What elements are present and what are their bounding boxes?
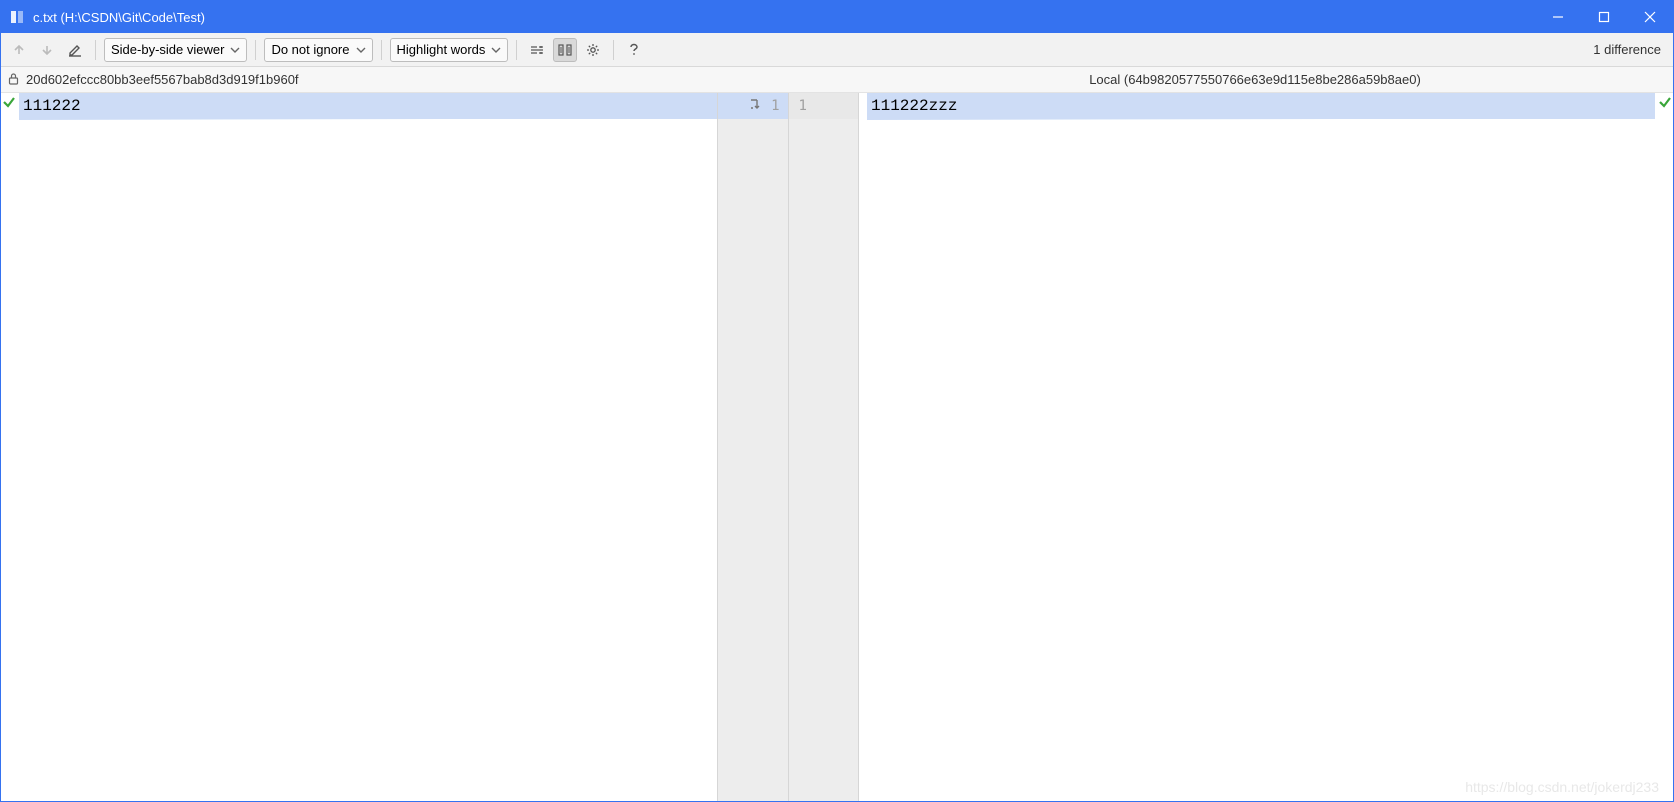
prev-diff-button[interactable] <box>7 38 31 62</box>
right-pane[interactable]: 111222zzz <box>859 93 1673 801</box>
separator <box>255 40 256 60</box>
window-title: c.txt (H:\CSDN\Git\Code\Test) <box>33 10 205 25</box>
chevron-down-icon <box>356 45 366 55</box>
gutter-line[interactable]: 1 <box>718 93 788 119</box>
separator <box>613 40 614 60</box>
ignore-mode-label: Do not ignore <box>271 42 349 57</box>
chevron-down-icon <box>491 45 501 55</box>
edit-button[interactable] <box>63 38 87 62</box>
left-pane[interactable]: 111222 <box>1 93 717 801</box>
left-margin <box>1 93 19 801</box>
revision-header: 20d602efccc80bb3eef5567bab8d3d919f1b960f… <box>1 67 1673 93</box>
line-text: 111222 <box>23 97 81 115</box>
right-margin <box>1655 93 1673 801</box>
separator <box>95 40 96 60</box>
highlight-mode-dropdown[interactable]: Highlight words <box>390 38 509 62</box>
maximize-button[interactable] <box>1581 1 1627 33</box>
line-text: 111222zzz <box>871 97 957 115</box>
gutter-line[interactable]: 1 <box>789 93 859 119</box>
ignore-mode-dropdown[interactable]: Do not ignore <box>264 38 372 62</box>
separator <box>381 40 382 60</box>
check-icon <box>2 95 16 112</box>
help-button[interactable] <box>622 38 646 62</box>
toolbar: Side-by-side viewer Do not ignore Highli… <box>1 33 1673 67</box>
right-revision-label: Local (64b9820577550766e63e9d115e8be286a… <box>1089 72 1421 87</box>
left-revision-label: 20d602efccc80bb3eef5567bab8d3d919f1b960f <box>26 72 299 87</box>
window-controls <box>1535 1 1673 33</box>
next-diff-button[interactable] <box>35 38 59 62</box>
diff-area: 111222 1 1 111222zzz <box>1 93 1673 801</box>
highlight-mode-label: Highlight words <box>397 42 486 57</box>
lock-icon <box>7 72 20 88</box>
check-icon <box>1658 95 1672 112</box>
close-button[interactable] <box>1627 1 1673 33</box>
settings-button[interactable] <box>581 38 605 62</box>
diff-count: 1 difference <box>1593 42 1667 57</box>
viewer-mode-dropdown[interactable]: Side-by-side viewer <box>104 38 247 62</box>
line-number: 1 <box>771 98 779 114</box>
titlebar: c.txt (H:\CSDN\Git\Code\Test) <box>1 1 1673 33</box>
collapse-unchanged-button[interactable] <box>525 38 549 62</box>
code-line[interactable]: 111222 <box>19 93 717 119</box>
minimize-button[interactable] <box>1535 1 1581 33</box>
sync-scroll-button[interactable] <box>553 38 577 62</box>
chevron-down-icon <box>230 45 240 55</box>
app-icon <box>9 9 25 25</box>
line-number: 1 <box>799 98 807 114</box>
insert-right-icon[interactable] <box>749 97 765 115</box>
separator <box>516 40 517 60</box>
gutter: 1 1 <box>717 93 859 801</box>
viewer-mode-label: Side-by-side viewer <box>111 42 224 57</box>
code-line[interactable]: 111222zzz <box>867 93 1655 119</box>
